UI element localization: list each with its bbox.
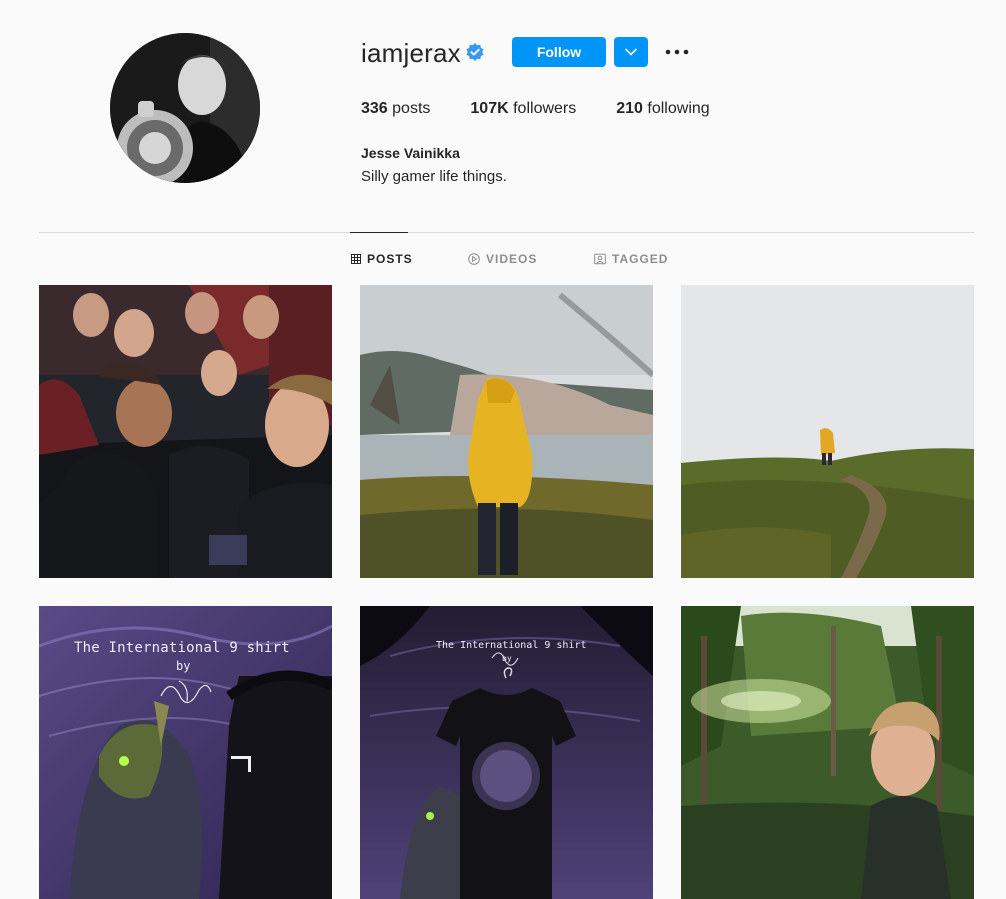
tab-posts-label: POSTS xyxy=(367,252,413,266)
tab-tagged-label: TAGGED xyxy=(612,252,669,266)
following-count: 210 xyxy=(616,100,643,117)
tab-tagged[interactable]: TAGGED xyxy=(594,252,668,266)
forest-selfie-photo xyxy=(681,606,974,899)
post-overlay-by: by xyxy=(176,659,191,673)
post-thumbnail[interactable] xyxy=(681,285,974,578)
followers-label: followers xyxy=(513,100,577,117)
play-icon xyxy=(468,253,480,265)
following-label: following xyxy=(647,100,710,117)
tab-videos[interactable]: VIDEOS xyxy=(468,252,537,266)
verified-badge-icon xyxy=(466,43,484,61)
raincoat-hill-photo xyxy=(681,285,974,578)
bio: Silly gamer life things. xyxy=(361,168,507,185)
post-thumbnail[interactable] xyxy=(681,606,974,899)
post-thumbnail[interactable]: The International 9 shirt by xyxy=(39,606,332,899)
post-thumbnail[interactable] xyxy=(39,285,332,578)
posts-count: 336 xyxy=(361,100,388,117)
follow-button[interactable]: Follow xyxy=(512,37,606,67)
avatar-image xyxy=(110,33,260,183)
active-tab-indicator xyxy=(350,232,408,233)
more-options-icon[interactable] xyxy=(664,44,690,60)
post-overlay-by: by xyxy=(502,654,512,663)
raincoat-shore-photo xyxy=(360,285,653,578)
team-selfie-photo xyxy=(39,285,332,578)
tag-icon xyxy=(594,253,606,265)
posts-stat: 336 posts xyxy=(361,100,430,118)
username: iamjerax xyxy=(361,38,461,68)
posts-label: posts xyxy=(392,100,431,117)
post-overlay-title: The International 9 shirt xyxy=(74,640,290,656)
followers-stat[interactable]: 107K followers xyxy=(470,100,576,118)
profile-avatar[interactable] xyxy=(110,33,260,183)
profile-stats: 336 posts 107K followers 210 following xyxy=(361,100,750,118)
full-name: Jesse Vainikka xyxy=(361,145,460,161)
post-thumbnail[interactable]: The International 9 shirt by xyxy=(360,606,653,899)
chevron-down-icon xyxy=(625,48,637,56)
suggested-accounts-dropdown-button[interactable] xyxy=(614,37,648,67)
tab-posts[interactable]: POSTS xyxy=(351,252,413,266)
followers-count: 107K xyxy=(470,100,509,117)
post-overlay-title: The International 9 shirt xyxy=(436,640,587,651)
post-thumbnail[interactable] xyxy=(360,285,653,578)
following-stat[interactable]: 210 following xyxy=(616,100,709,118)
tabs-divider xyxy=(39,232,974,233)
tab-videos-label: VIDEOS xyxy=(486,252,538,266)
grid-icon xyxy=(351,254,361,264)
